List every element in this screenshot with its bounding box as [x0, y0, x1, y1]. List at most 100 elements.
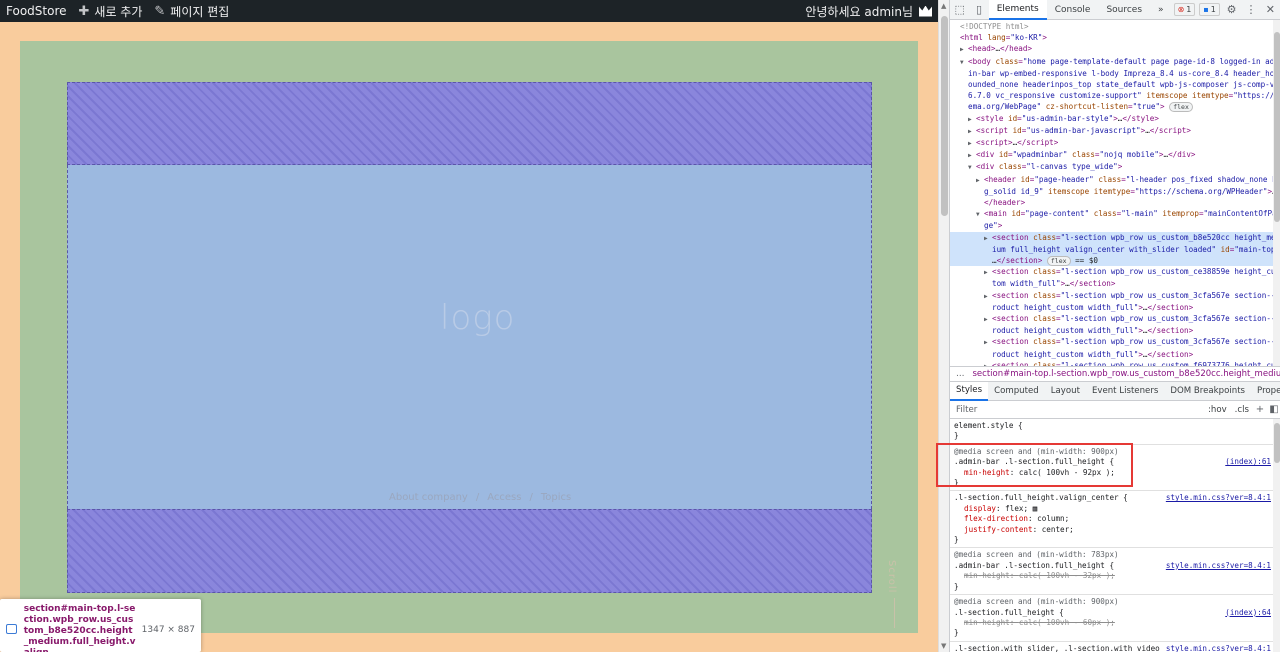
dom-node-line[interactable]: ▶<section class="l-section wpb_row us_cu…	[950, 336, 1273, 348]
close-icon[interactable]: ✕	[1261, 3, 1280, 16]
dom-node-line[interactable]: <html lang="ko-KR">	[950, 32, 1273, 43]
expand-toggle-icon[interactable]: ▶	[984, 267, 992, 278]
inspect-element-icon[interactable]: ⬚	[950, 3, 969, 16]
dom-node-line[interactable]: ▼ <div class="l-canvas type_wide">	[950, 161, 1273, 173]
css-rule[interactable]: .l-section.with_slider, .l-section.with_…	[950, 642, 1273, 652]
gear-icon[interactable]: ⚙	[1222, 3, 1241, 16]
css-property-name[interactable]: min-height	[964, 468, 1010, 477]
expand-toggle-icon[interactable]: ▼	[960, 57, 968, 68]
css-property-value[interactable]: center;	[1042, 525, 1074, 534]
css-declaration[interactable]: justify-content: center;	[954, 525, 1269, 535]
more-tabs-button[interactable]: »	[1150, 0, 1172, 20]
rule-source-link[interactable]: (index):61	[1225, 457, 1271, 467]
error-count-badge[interactable]: ⊗ 1	[1173, 3, 1196, 16]
hover-state-toggle[interactable]: :hov	[1204, 405, 1231, 415]
dom-node-line[interactable]: ▶ <script id="us-admin-bar-javascript">…<…	[950, 125, 1273, 137]
dom-node-line[interactable]: ▶<section class="l-section wpb_row us_cu…	[950, 266, 1273, 278]
dom-node-line[interactable]: ▶ <header id="page-header" class="l-heade…	[950, 174, 1273, 186]
footer-link-access[interactable]: Access	[487, 492, 521, 503]
dom-node-line[interactable]: g_solid id_9" itemscope itemtype="https:…	[950, 186, 1273, 197]
tab-sources[interactable]: Sources	[1098, 0, 1150, 20]
dom-node-line[interactable]: roduct height_custom width_full">…</sect…	[950, 302, 1273, 313]
css-property-value[interactable]: calc( 100vh - 32px );	[1019, 571, 1115, 580]
scroll-down-arrow-icon[interactable]: ▼	[941, 642, 946, 650]
kebab-menu-icon[interactable]: ⋮	[1241, 3, 1260, 16]
rule-source-link[interactable]: (index):64	[1225, 608, 1271, 618]
admin-bar-new-button[interactable]: ✚ 새로 추가	[73, 0, 149, 22]
css-rules-scrollbar[interactable]	[1273, 419, 1280, 652]
dom-node-line[interactable]: ge">	[950, 220, 1273, 231]
css-property-name[interactable]: min-height	[964, 618, 1010, 627]
dom-node-line[interactable]: ▼ <main id="page-content" class="l-main" …	[950, 208, 1273, 220]
dom-tree-scrollbar-thumb[interactable]	[1274, 32, 1280, 222]
dom-node-line[interactable]: roduct height_custom width_full">…</sect…	[950, 349, 1273, 360]
tab-elements[interactable]: Elements	[988, 0, 1047, 20]
dom-node-line[interactable]: ▼ <body class="home page-template-default…	[950, 56, 1273, 68]
expand-toggle-icon[interactable]: ▼	[968, 162, 976, 173]
dom-node-line[interactable]: ema.org/WebPage" cz-shortcut-listen="tru…	[950, 101, 1273, 113]
css-declaration[interactable]: min-height: calc( 100vh - 92px );	[954, 468, 1269, 478]
css-rule[interactable]: @media screen and (min-width: 783px) .adm…	[950, 548, 1273, 596]
page-scrollbar[interactable]: ▲ ▼	[938, 0, 949, 652]
tab-dom-breakpoints[interactable]: DOM Breakpoints	[1164, 382, 1251, 401]
toggle-sidebar-icon[interactable]: ◧	[1267, 404, 1280, 415]
expand-toggle-icon[interactable]: ▼	[976, 209, 984, 220]
rule-selector[interactable]: .admin-bar .l-section.full_height {(inde…	[954, 457, 1271, 467]
rule-selector[interactable]: .l-section.with_slider, .l-section.with_…	[954, 644, 1271, 652]
expand-toggle-icon[interactable]: ▶	[984, 314, 992, 325]
css-declaration[interactable]: min-height: calc( 100vh - 60px );	[954, 618, 1269, 628]
add-rule-icon[interactable]: +	[1253, 404, 1267, 415]
tab-computed[interactable]: Computed	[988, 382, 1045, 401]
scroll-up-arrow-icon[interactable]: ▲	[941, 2, 946, 10]
dom-node-line[interactable]: ▶ <style id="us-admin-bar-style">…</style…	[950, 113, 1273, 125]
css-property-value[interactable]: calc( 100vh - 60px );	[1019, 618, 1115, 627]
expand-toggle-icon[interactable]: ▶	[984, 337, 992, 348]
rule-selector[interactable]: .admin-bar .l-section.full_height {style…	[954, 561, 1271, 571]
css-rule[interactable]: @media screen and (min-width: 900px) .adm…	[950, 445, 1273, 492]
css-property-value[interactable]: calc( 100vh - 92px );	[1019, 468, 1115, 477]
rule-selector[interactable]: .l-section.full_height.valign_center {st…	[954, 493, 1271, 503]
css-property-value[interactable]: column;	[1037, 514, 1069, 523]
class-toggle[interactable]: .cls	[1231, 405, 1253, 415]
css-property-value[interactable]: flex; ▦	[1005, 504, 1037, 513]
dom-node-selected[interactable]: ium full_height valign_center with_slide…	[950, 243, 1273, 256]
css-declaration[interactable]: display: flex; ▦	[954, 504, 1269, 514]
css-rules-scrollbar-thumb[interactable]	[1274, 423, 1280, 463]
expand-toggle-icon[interactable]: ▶	[968, 126, 976, 137]
dom-node-selected[interactable]: ▶ <section class="l-section wpb_row us_cu…	[950, 231, 1273, 244]
css-property-name[interactable]: flex-direction	[964, 514, 1028, 523]
css-property-name[interactable]: justify-content	[964, 525, 1033, 534]
css-rule[interactable]: .l-section.full_height.valign_center {st…	[950, 491, 1273, 549]
rule-selector[interactable]: .l-section.full_height {(index):64	[954, 608, 1271, 618]
dom-node-line[interactable]: 6.7.0 vc_responsive customize-support" i…	[950, 90, 1273, 101]
dom-node-selected[interactable]: …</section> flex == $0	[950, 255, 1273, 267]
tab-styles[interactable]: Styles	[950, 381, 989, 401]
admin-bar-account-menu[interactable]: 안녕하세요 admin님	[799, 0, 938, 22]
message-count-badge[interactable]: ▪ 1	[1199, 3, 1220, 16]
dom-node-line[interactable]: ▶ <head>…</head>	[950, 43, 1273, 55]
dom-node-line[interactable]: ▶ <div id="wpadminbar" class="nojq mobile…	[950, 149, 1273, 161]
admin-bar-edit-page-button[interactable]: ✎ 페이지 편집	[148, 0, 235, 22]
dom-node-line[interactable]: ▶<section class="l-section wpb_row us_cu…	[950, 290, 1273, 302]
css-declaration[interactable]: min-height: calc( 100vh - 32px );	[954, 571, 1269, 581]
dom-tree-scrollbar[interactable]	[1273, 20, 1280, 366]
tab-event-listeners[interactable]: Event Listeners	[1086, 382, 1164, 401]
breadcrumb-selected-node[interactable]: section#main-top.l-section.wpb_row.us_cu…	[973, 369, 1280, 379]
dom-breadcrumb[interactable]: … section#main-top.l-section.wpb_row.us_c…	[950, 366, 1280, 382]
styles-filter-input[interactable]: Filter	[950, 405, 1204, 415]
rule-source-link[interactable]: style.min.css?ver=8.4:1	[1166, 644, 1271, 652]
dom-node-line[interactable]: ▶<section class="l-section wpb_row us_cu…	[950, 313, 1273, 325]
expand-toggle-icon[interactable]: ▶	[968, 114, 976, 125]
tab-console[interactable]: Console	[1047, 0, 1099, 20]
rule-source-link[interactable]: style.min.css?ver=8.4:1	[1166, 493, 1271, 503]
rule-selector[interactable]: element.style {	[954, 421, 1269, 431]
css-rule[interactable]: element.style {}	[950, 419, 1273, 445]
dom-node-line[interactable]: <!DOCTYPE html>	[950, 21, 1273, 32]
site-logo[interactable]: logo	[440, 298, 515, 338]
page-scrollbar-thumb[interactable]	[941, 16, 948, 216]
dom-node-line[interactable]: tom width_full">…</section>	[950, 278, 1273, 289]
rule-source-link[interactable]: style.min.css?ver=8.4:1	[1166, 561, 1271, 571]
dom-node-line[interactable]: ounded_none headerinpos_top state_defaul…	[950, 79, 1273, 90]
css-property-name[interactable]: min-height	[964, 571, 1010, 580]
expand-toggle-icon[interactable]: ▶	[984, 291, 992, 302]
